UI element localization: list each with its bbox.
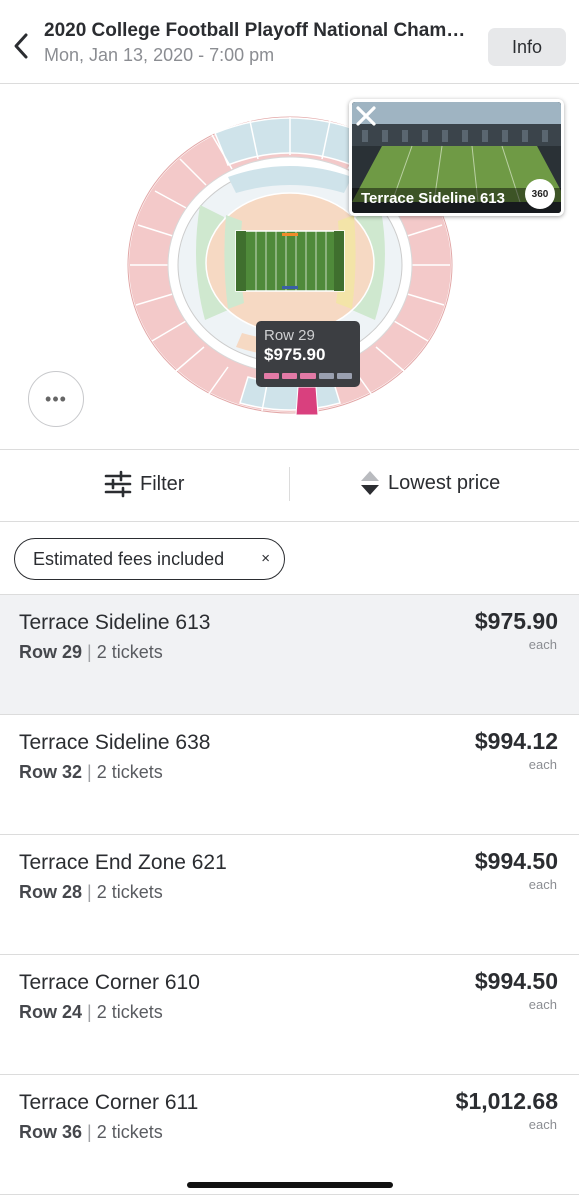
listing-row[interactable]: Terrace End Zone 621 Row 28 | 2 tickets $9… [0,835,579,955]
active-filters: Estimated fees included × [0,522,579,595]
close-icon[interactable]: × [261,550,270,567]
360-view-icon[interactable]: 360 [525,179,555,209]
listing-row[interactable]: Terrace Sideline 613 Row 29 | 2 tickets $9… [0,595,579,715]
tooltip-price: $975.90 [264,345,326,364]
listing-price-unit: each [528,877,557,892]
listing-details: Row 36 | 2 tickets [19,1122,163,1142]
listing-section: Terrace End Zone 621 [19,851,227,874]
info-button[interactable]: Info [488,28,566,66]
listing-price-unit: each [528,1117,557,1132]
toolbar-divider [289,467,290,501]
event-title: 2020 College Football Playoff National C… [44,20,474,41]
chip-label: Estimated fees included [33,548,225,569]
listing-row[interactable]: Terrace Sideline 638 Row 32 | 2 tickets $9… [0,715,579,835]
selected-seat-tooltip: Row 29 $975.90 [256,321,360,387]
listing-section: Terrace Sideline 613 [19,611,211,634]
listing-price-unit: each [528,757,557,772]
filter-button[interactable]: Filter [104,470,184,498]
listing-section: Terrace Sideline 638 [19,731,211,754]
sliders-icon [104,470,132,498]
listing-section: Terrace Corner 610 [19,971,200,994]
filter-label: Filter [140,472,185,495]
filter-sort-bar: Filter Lowest price [0,451,579,522]
listing-price: $994.50 [474,968,558,994]
more-options-button[interactable]: ••• [28,371,84,427]
listing-price: $994.50 [474,848,558,874]
listing-details: Row 29 | 2 tickets [19,642,163,662]
listing-details: Row 32 | 2 tickets [19,762,163,782]
listing-price-unit: each [528,637,557,652]
listing-details: Row 24 | 2 tickets [19,1002,163,1022]
listing-row[interactable]: Terrace Corner 610 Row 24 | 2 tickets $994… [0,955,579,1075]
home-indicator[interactable] [187,1182,393,1188]
listing-section: Terrace Corner 611 [19,1091,199,1114]
top-bar: 2020 College Football Playoff National C… [0,0,579,84]
listing-price: $975.90 [474,608,558,634]
tooltip-row: Row 29 [264,327,315,344]
view-from-seat-preview[interactable]: Terrace Sideline 613 360 [349,99,564,216]
sort-button[interactable]: Lowest price [360,470,500,496]
listing-price-unit: each [528,997,557,1012]
preview-section-label: Terrace Sideline 613 [361,190,505,207]
seat-map[interactable]: Terrace Sideline 613 360 Row 29 $975.90 … [0,85,579,450]
event-date: Mon, Jan 13, 2020 - 7:00 pm [44,45,275,65]
listing-price: $1,012.68 [455,1088,558,1114]
listing-details: Row 28 | 2 tickets [19,882,163,902]
chevron-left-icon[interactable] [10,30,34,62]
sort-label: Lowest price [388,471,501,494]
fees-included-chip[interactable]: Estimated fees included × [14,538,285,580]
close-icon[interactable] [352,102,380,130]
tooltip-price-bar [264,373,353,379]
sort-arrows-icon [361,471,379,495]
listing-price: $994.12 [474,728,558,754]
listing-row[interactable]: Terrace Corner 611 Row 36 | 2 tickets $1,0… [0,1075,579,1195]
